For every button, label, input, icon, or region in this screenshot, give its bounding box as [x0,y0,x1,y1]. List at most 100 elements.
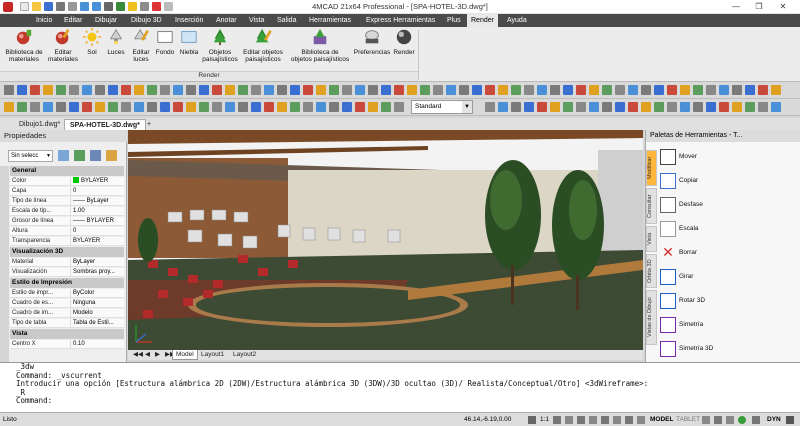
property-row[interactable]: Estilo de impr... ByColor [10,289,124,298]
lineweight-icon[interactable] [625,416,633,424]
tool-move-icon[interactable] [576,102,586,112]
command-line[interactable]: _3dw Command: _vscurrent Introducir una … [0,362,800,412]
tool-chamfer-icon[interactable] [160,102,170,112]
tool-trim-icon[interactable] [420,85,430,95]
tool-fillet-icon[interactable] [706,85,716,95]
tab-render[interactable]: Render [467,14,498,27]
new-tab-button[interactable]: + [142,119,156,130]
tool-explode-icon[interactable] [472,85,482,95]
select-objects-icon[interactable] [58,150,69,161]
tool-hatch-icon[interactable] [303,102,313,112]
tool-rotate-icon[interactable] [121,85,131,95]
tool-extend-icon[interactable] [173,85,183,95]
property-value[interactable]: BYLAYER [70,237,124,246]
palette-tab-vistas-dibujo[interactable]: Vistas de Dibujo [646,290,657,345]
tool-extend-icon[interactable] [654,102,664,112]
tool-erase-icon[interactable] [745,85,755,95]
tool-polygon-icon[interactable] [329,85,339,95]
palette-tool-escala[interactable]: Escala [660,220,760,242]
property-value[interactable]: 0.10 [70,340,124,349]
property-row[interactable]: Material ByLayer [10,258,124,267]
tool-circle-icon[interactable] [4,102,14,112]
palette-tab-consultar[interactable]: Consultar [646,188,657,224]
tool-rotate-icon[interactable] [381,85,391,95]
landscape-objects-button[interactable]: Objetos paisajísticos [202,28,238,63]
tab-express-herramientas[interactable]: Express Herramientas [362,14,439,27]
tool-extend-icon[interactable] [394,102,404,112]
tool-rectangle-icon[interactable] [576,85,586,95]
selection-cycling-icon[interactable] [726,416,734,424]
tool-text-icon[interactable] [771,85,781,95]
tool-polyline-icon[interactable] [758,102,768,112]
polar-icon[interactable] [589,416,597,424]
palette-tool-desfase[interactable]: Desfase [660,196,760,218]
palette-tool-simetría[interactable]: Simetría [660,316,760,338]
landscape-library-button[interactable]: Biblioteca de objetos paisajísticos [288,28,352,63]
tool-arc-icon[interactable] [771,102,781,112]
model-toggle[interactable]: MODEL [650,413,673,426]
property-row[interactable]: Transparencia BYLAYER [10,237,124,246]
property-section[interactable]: Vista [10,329,124,339]
property-row[interactable]: Tipo de tabla Tabla de Estil... [10,319,124,328]
text-style-select[interactable]: Standard ▼ [411,100,473,114]
ortho-icon[interactable] [577,416,585,424]
tool-line-icon[interactable] [524,85,534,95]
doc-tab-dibujo1[interactable]: Dibujo1.dwg* [14,119,65,130]
tool-extend-icon[interactable] [433,85,443,95]
tool-line-icon[interactable] [4,85,14,95]
tool-mirror-icon[interactable] [628,102,638,112]
tool-copy-icon[interactable] [589,102,599,112]
command-prompt[interactable]: Command: [16,397,800,406]
tool-circle-icon[interactable] [303,85,313,95]
palette-tool-copiar[interactable]: Copiar [660,172,760,194]
tool-hatch-icon[interactable] [342,85,352,95]
tool-explode-icon[interactable] [173,102,183,112]
tool-polyline-icon[interactable] [238,102,248,112]
minimize-button[interactable]: — [725,1,747,13]
tool-chamfer-icon[interactable] [459,85,469,95]
selection-select[interactable]: Sin selecc ▼ [8,150,53,162]
palette-tool-rotar-3d[interactable]: Rotar 3D [660,292,760,314]
lights-button[interactable]: Luces [104,28,128,56]
tool-copy-icon[interactable] [368,85,378,95]
tool-scale-icon[interactable] [134,85,144,95]
tool-polyline-icon[interactable] [17,85,27,95]
palette-tool-mover[interactable]: Mover [660,148,760,170]
palette-tool-simetría-3d[interactable]: Simetría 3D [660,340,760,362]
tool-explode-icon[interactable] [732,85,742,95]
property-value[interactable]: Ninguna [70,299,124,308]
preferences-button[interactable]: Preferencias [352,28,392,56]
snap-icon[interactable] [553,416,561,424]
property-row[interactable]: Color BYLAYER [10,177,124,186]
tool-arc-icon[interactable] [511,102,521,112]
tool-extend-icon[interactable] [693,85,703,95]
tool-rectangle-icon[interactable] [316,85,326,95]
tool-rotate-icon[interactable] [82,102,92,112]
tool-line-icon[interactable] [745,102,755,112]
tab-salida[interactable]: Salida [273,14,300,27]
property-value[interactable]: —— ByLayer [70,197,124,206]
customize-properties-icon[interactable] [106,150,117,161]
tool-arc-icon[interactable] [30,85,40,95]
tool-trim-icon[interactable] [121,102,131,112]
tool-line-icon[interactable] [225,102,235,112]
grid-icon[interactable] [565,416,573,424]
tool-scale-icon[interactable] [355,102,365,112]
tool-rectangle-icon[interactable] [277,102,287,112]
tool-mirror-icon[interactable] [667,85,677,95]
tab-insercion[interactable]: Inserción [171,14,207,27]
edit-materials-button[interactable]: Editar materiales [46,28,80,63]
workspace-icon[interactable] [702,416,710,424]
tablet-toggle[interactable]: TABLET [676,413,700,426]
tool-rectangle-icon[interactable] [56,85,66,95]
property-row[interactable]: Escala de tip... 1.00 [10,207,124,216]
render-button[interactable]: Render [392,28,416,56]
tab-layout2[interactable]: Layout2 [230,350,259,360]
tool-scale-icon[interactable] [654,85,664,95]
palette-tab-vista[interactable]: Vista [646,226,657,252]
tool-circle-icon[interactable] [563,85,573,95]
tool-dimension-icon[interactable] [498,85,508,95]
tool-circle-icon[interactable] [43,85,53,95]
tool-polygon-icon[interactable] [30,102,40,112]
palette-tab-orbita[interactable]: Órbita 3D [646,254,657,288]
